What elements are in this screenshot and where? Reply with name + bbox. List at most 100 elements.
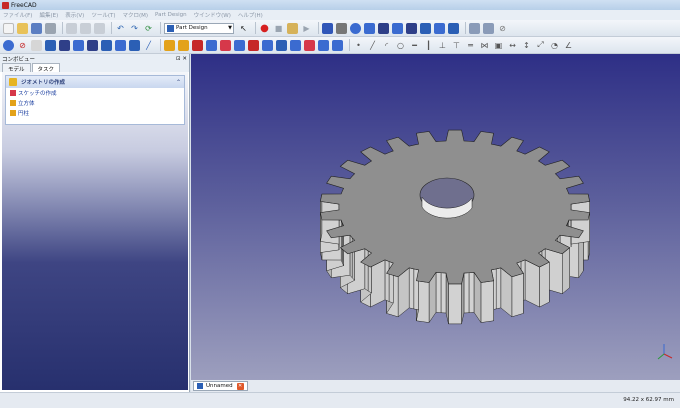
isometric-view-icon[interactable] — [45, 39, 56, 51]
gear-model — [319, 129, 673, 360]
save-icon[interactable] — [31, 22, 42, 34]
task-item-cylinder[interactable]: 円柱 — [6, 108, 184, 118]
redo-icon[interactable]: ↷ — [129, 23, 140, 34]
linear-pattern-icon[interactable] — [318, 39, 329, 51]
zoom-icon[interactable] — [3, 39, 14, 51]
horizontal-constraint-icon[interactable]: ━ — [409, 40, 420, 51]
task-box-header[interactable]: ジオメトリの作成 ⌃ — [6, 76, 184, 88]
stop-macro-icon[interactable]: ■ — [273, 23, 284, 34]
refresh-icon[interactable]: ⟳ — [143, 23, 154, 34]
menu-edit[interactable]: 編集(E) — [39, 11, 58, 19]
vertical-distance-icon[interactable]: ↕ — [521, 40, 532, 51]
status-bar: 94.22 x 62.97 mm — [0, 392, 680, 408]
gear-side-face — [463, 272, 470, 314]
edit-macro-icon[interactable] — [287, 22, 298, 34]
tangent-constraint-icon[interactable]: ⊤ — [451, 40, 462, 51]
paste-icon[interactable] — [94, 22, 105, 34]
chamfer-icon[interactable] — [276, 39, 287, 51]
view-menu-icon[interactable] — [31, 39, 42, 51]
gear-side-face — [562, 247, 570, 295]
left-view-icon[interactable] — [448, 22, 459, 34]
task-item-cube[interactable]: 立方体 — [6, 98, 184, 108]
right-view-icon[interactable] — [406, 22, 417, 34]
view-fit-icon[interactable] — [322, 22, 333, 34]
run-macro-icon[interactable]: ▶ — [301, 23, 312, 34]
gear-side-face — [370, 259, 386, 308]
menu-window[interactable]: ウインドウ(W) — [194, 11, 231, 19]
create-sketch-icon[interactable] — [164, 39, 175, 51]
radius-constraint-icon[interactable]: ◔ — [549, 40, 560, 51]
whats-this-icon[interactable]: ↖ — [238, 23, 249, 34]
arc-icon[interactable]: ◜ — [381, 40, 392, 51]
distance-constraint-icon[interactable]: ⤢ — [535, 40, 546, 51]
dock-buttons[interactable]: ⊡ ✕ — [176, 56, 187, 62]
front-icon[interactable] — [59, 39, 70, 51]
top-icon[interactable] — [73, 39, 84, 51]
menu-help[interactable]: ヘルプ(H) — [238, 11, 263, 19]
title-bar: FreeCAD — [0, 0, 680, 10]
axo-view-icon[interactable] — [364, 22, 375, 34]
close-tab-button[interactable]: ✕ — [236, 382, 244, 390]
record-macro-icon[interactable]: ● — [259, 23, 270, 34]
cylinder-icon — [10, 110, 16, 116]
draw-style-icon[interactable] — [336, 22, 347, 34]
front-view-icon[interactable] — [378, 22, 389, 34]
angle-constraint-icon[interactable]: ∠ — [563, 40, 574, 51]
collapse-icon[interactable]: ⌃ — [176, 79, 184, 86]
measure-distance-icon[interactable]: ╱ — [143, 40, 154, 51]
symmetric-constraint-icon[interactable]: ⋈ — [479, 40, 490, 51]
edit-sketch-icon[interactable] — [178, 39, 189, 51]
equal-constraint-icon[interactable]: ═ — [465, 40, 476, 51]
menu-macro[interactable]: マクロ(M) — [122, 11, 148, 19]
undo-icon[interactable]: ↶ — [115, 23, 126, 34]
cut-icon[interactable] — [66, 22, 77, 34]
dimension-readout: 94.22 x 62.97 mm — [623, 397, 674, 403]
bottom-icon[interactable] — [115, 39, 126, 51]
groove-icon[interactable] — [248, 39, 259, 51]
perpendicular-constraint-icon[interactable]: ⊥ — [437, 40, 448, 51]
workbench-selector[interactable]: Part Design ▼ — [164, 22, 234, 34]
top-view-icon[interactable] — [392, 22, 403, 34]
menu-file[interactable]: ファイル(F) — [3, 11, 32, 19]
leave-sketch-icon[interactable] — [192, 39, 203, 51]
std-view-icon[interactable] — [350, 22, 361, 34]
open-file-icon[interactable] — [17, 22, 28, 34]
task-panel-area: ジオメトリの作成 ⌃ スケッチの作成 立方体 円柱 — [2, 72, 188, 390]
clear-measure-icon[interactable]: ⊘ — [497, 23, 508, 34]
tab-tasks[interactable]: タスク — [31, 63, 61, 73]
measure-icon[interactable] — [469, 22, 480, 34]
task-item-create-sketch[interactable]: スケッチの作成 — [6, 88, 184, 98]
menu-view[interactable]: 表示(V) — [65, 11, 84, 19]
gear-side-face — [408, 267, 415, 310]
right-icon[interactable] — [87, 39, 98, 51]
rear-view-icon[interactable] — [420, 22, 431, 34]
polar-pattern-icon[interactable] — [332, 39, 343, 51]
horizontal-distance-icon[interactable]: ↔ — [507, 40, 518, 51]
revolution-icon[interactable] — [234, 39, 245, 51]
draft-icon[interactable] — [290, 39, 301, 51]
mirrored-icon[interactable] — [304, 39, 315, 51]
copy-icon[interactable] — [80, 22, 91, 34]
menu-tools[interactable]: ツール(T) — [91, 11, 115, 19]
pad-icon[interactable] — [206, 39, 217, 51]
measure-angle-icon[interactable] — [483, 22, 494, 34]
3d-viewport[interactable] — [191, 54, 680, 380]
circle-icon[interactable]: ○ — [395, 40, 406, 51]
left-icon[interactable] — [129, 39, 140, 51]
line-icon[interactable]: ╱ — [367, 40, 378, 51]
lock-constraint-icon[interactable]: ▣ — [493, 40, 504, 51]
new-file-icon[interactable] — [3, 22, 14, 34]
vertical-constraint-icon[interactable]: ┃ — [423, 40, 434, 51]
menu-part-design[interactable]: Part Design — [155, 12, 187, 18]
bottom-view-icon[interactable] — [434, 22, 445, 34]
pocket-icon[interactable] — [220, 39, 231, 51]
print-icon[interactable] — [45, 22, 56, 34]
tab-model[interactable]: モデル — [2, 63, 31, 73]
point-icon[interactable]: • — [353, 40, 364, 51]
gear-side-face — [570, 201, 590, 245]
fillet-icon[interactable] — [262, 39, 273, 51]
toolbar-separator — [111, 22, 112, 34]
no-selection-icon[interactable]: ⊘ — [17, 40, 28, 51]
rear-icon[interactable] — [101, 39, 112, 51]
document-tab[interactable]: Unnamed ✕ — [193, 381, 248, 391]
